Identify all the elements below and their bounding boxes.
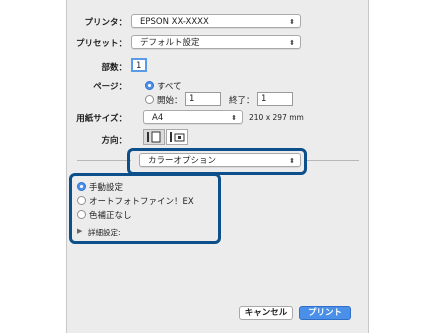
section-highlight: [127, 148, 307, 175]
paper-size-value: A4: [152, 113, 164, 123]
printer-label: プリンタ：: [84, 18, 127, 28]
pages-label: ページ：: [93, 82, 127, 92]
separator-left: [77, 160, 131, 161]
paper-size-label: 用紙サイズ：: [76, 114, 127, 124]
copies-label: 部数：: [101, 63, 127, 73]
landscape-button[interactable]: [166, 129, 188, 145]
preset-popup[interactable]: デフォルト設定 ⬍: [131, 35, 301, 49]
printer-value: EPSON XX-XXXX: [140, 17, 209, 27]
landscape-icon: [170, 132, 185, 142]
preset-value: デフォルト設定: [140, 38, 200, 48]
print-button[interactable]: プリント: [299, 306, 351, 320]
copies-input[interactable]: 1: [131, 58, 147, 72]
updown-arrows-icon: ⬍: [231, 114, 237, 122]
paper-dimensions: 210 x 297 mm: [249, 113, 304, 122]
color-options-highlight: [69, 173, 221, 244]
updown-arrows-icon: ⬍: [289, 18, 295, 26]
pages-to-input[interactable]: 1: [257, 92, 293, 106]
pages-all-radio[interactable]: [145, 81, 154, 90]
printer-popup[interactable]: EPSON XX-XXXX ⬍: [131, 14, 301, 28]
portrait-button[interactable]: [143, 129, 165, 145]
pages-all-label: すべて: [157, 82, 182, 92]
pages-range-radio[interactable]: [145, 95, 154, 104]
portrait-icon: [147, 131, 161, 143]
pages-to-label: 終了：: [229, 96, 255, 106]
pages-from-input[interactable]: 1: [185, 92, 221, 106]
pages-from-label: 開始：: [157, 96, 183, 106]
preset-label: プリセット：: [75, 39, 127, 49]
orientation-label: 方向：: [101, 136, 127, 146]
cancel-button[interactable]: キャンセル: [239, 306, 293, 320]
separator-right: [307, 160, 359, 161]
updown-arrows-icon: ⬍: [289, 39, 295, 47]
paper-size-popup[interactable]: A4 ⬍: [143, 110, 243, 124]
